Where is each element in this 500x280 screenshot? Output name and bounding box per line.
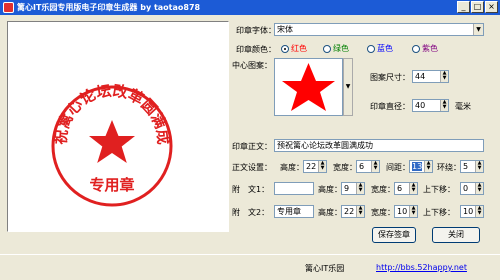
spin-arrows-icon[interactable]: ▲ ▼ xyxy=(409,183,417,194)
size-spinner[interactable]: 44 ▲ ▼ xyxy=(412,70,449,83)
spin-arrows-icon[interactable]: ▲ ▼ xyxy=(318,161,326,172)
main-height-value: 22 xyxy=(306,162,317,171)
title-bar: 篱心IT乐园专用版电子印章生成器 by taotao878 _ □ × xyxy=(0,0,500,15)
seal-star xyxy=(89,120,135,163)
font-value: 宋体 xyxy=(277,25,293,34)
spin-arrows-icon[interactable]: ▲ ▼ xyxy=(356,183,364,194)
spin-arrows-icon[interactable]: ▲ ▼ xyxy=(371,161,379,172)
diameter-label: 印章直径： xyxy=(370,102,410,111)
main-width-label: 宽度： xyxy=(333,163,357,172)
color-radio-green[interactable]: 绿色 xyxy=(323,43,349,54)
status-name: 篱心IT乐园 xyxy=(305,264,345,273)
maximize-button[interactable]: □ xyxy=(471,1,484,13)
attach2-width-label: 宽度： xyxy=(371,208,395,217)
attach1-label: 附 文1： xyxy=(232,185,270,194)
spin-arrows-icon[interactable]: ▲ ▼ xyxy=(440,71,448,82)
window-title: 篱心IT乐园专用版电子印章生成器 by taotao878 xyxy=(17,3,201,12)
color-radio-label: 蓝色 xyxy=(377,44,393,53)
attach2-offset-value: 10 xyxy=(463,207,474,216)
main-ring-spinner[interactable]: 5 ▲ ▼ xyxy=(460,160,484,173)
attach1-width-label: 宽度： xyxy=(371,185,395,194)
font-label: 印章字体： xyxy=(236,26,276,35)
app-icon xyxy=(3,2,14,13)
main-width-value: 6 xyxy=(359,162,365,171)
spin-arrows-icon[interactable]: ▲ ▼ xyxy=(475,161,483,172)
font-select[interactable]: 宋体 ▼ xyxy=(274,23,484,36)
spin-arrows-icon[interactable]: ▲ ▼ xyxy=(475,183,483,194)
attach2-value: 专用章 xyxy=(277,207,301,216)
color-label: 印章颜色： xyxy=(236,45,276,54)
color-radio-blue[interactable]: 蓝色 xyxy=(367,43,393,54)
radio-dot[interactable] xyxy=(412,44,420,53)
spin-arrows-icon[interactable]: ▲ ▼ xyxy=(356,206,364,217)
main-text-value: 预祝篱心论坛改革圆满成功 xyxy=(277,141,373,150)
spin-arrows-icon[interactable]: ▲ ▼ xyxy=(424,161,432,172)
main-height-spinner[interactable]: 22 ▲ ▼ xyxy=(303,160,327,173)
attach2-height-label: 高度： xyxy=(318,208,342,217)
seal-bottom-text: 专用章 xyxy=(89,176,134,194)
pattern-label: 中心图案： xyxy=(232,61,272,70)
diameter-value: 40 xyxy=(415,101,426,110)
attach2-offset-spinner[interactable]: 10 ▲ ▼ xyxy=(460,205,484,218)
main-spacing-spinner[interactable]: 13 ▲ ▼ xyxy=(409,160,433,173)
status-bar: 篱心IT乐园 http://bbs.52happy.net xyxy=(0,254,500,280)
main-ring-value: 5 xyxy=(463,162,469,171)
attach1-input[interactable] xyxy=(274,182,314,195)
attach1-width-value: 6 xyxy=(397,184,403,193)
attach2-height-value: 22 xyxy=(344,207,355,216)
star-icon xyxy=(282,63,335,111)
attach1-offset-label: 上下移： xyxy=(423,185,455,194)
attach1-height-value: 9 xyxy=(344,184,350,193)
radio-dot[interactable] xyxy=(367,44,375,53)
main-spacing-value: 13 xyxy=(412,162,423,171)
attach2-width-spinner[interactable]: 10 ▲ ▼ xyxy=(394,205,418,218)
close-window-button[interactable]: × xyxy=(485,1,498,13)
main-height-label: 高度： xyxy=(280,163,304,172)
attach1-offset-spinner[interactable]: 0 ▲ ▼ xyxy=(460,182,484,195)
diameter-unit: 毫米 xyxy=(455,102,471,111)
size-label: 图案尺寸： xyxy=(370,73,410,82)
color-radio-label: 绿色 xyxy=(333,44,349,53)
main-settings-label: 正文设置： xyxy=(232,163,272,172)
spin-arrows-icon[interactable]: ▲ ▼ xyxy=(475,206,483,217)
main-ring-label: 环绕： xyxy=(437,163,461,172)
status-url-link[interactable]: http://bbs.52happy.net xyxy=(376,263,467,272)
seal-preview: 预祝篱心论坛改革圆满成功 专用章 xyxy=(7,21,229,232)
pattern-dropdown-icon[interactable]: ▼ xyxy=(343,58,353,116)
attach1-height-label: 高度： xyxy=(318,185,342,194)
pattern-select[interactable] xyxy=(274,58,343,116)
spin-arrows-icon[interactable]: ▲ ▼ xyxy=(409,206,417,217)
main-text-input[interactable]: 预祝篱心论坛改革圆满成功 xyxy=(274,139,484,152)
attach1-height-spinner[interactable]: 9 ▲ ▼ xyxy=(341,182,365,195)
diameter-spinner[interactable]: 40 ▲ ▼ xyxy=(412,99,449,112)
minimize-button[interactable]: _ xyxy=(457,1,470,13)
radio-dot[interactable] xyxy=(281,44,289,53)
radio-dot[interactable] xyxy=(323,44,331,53)
attach1-offset-value: 0 xyxy=(463,184,469,193)
color-radio-label: 红色 xyxy=(291,44,307,53)
color-radio-label: 紫色 xyxy=(422,44,438,53)
attach2-input[interactable]: 专用章 xyxy=(274,205,314,218)
attach1-width-spinner[interactable]: 6 ▲ ▼ xyxy=(394,182,418,195)
main-width-spinner[interactable]: 6 ▲ ▼ xyxy=(356,160,380,173)
attach2-height-spinner[interactable]: 22 ▲ ▼ xyxy=(341,205,365,218)
seal-ring-text: 预祝篱心论坛改革圆满成功 xyxy=(8,22,172,145)
chevron-down-icon[interactable]: ▼ xyxy=(473,24,483,35)
attach2-width-value: 10 xyxy=(397,207,408,216)
spin-arrows-icon[interactable]: ▲ ▼ xyxy=(440,100,448,111)
seal-graphic: 预祝篱心论坛改革圆满成功 专用章 xyxy=(8,22,173,207)
window-controls: _ □ × xyxy=(457,1,498,13)
attach2-offset-label: 上下移： xyxy=(423,208,455,217)
main-spacing-label: 间距： xyxy=(386,163,410,172)
color-radio-purple[interactable]: 紫色 xyxy=(412,43,438,54)
save-seal-button[interactable]: 保存签章 xyxy=(372,227,416,243)
color-radio-red[interactable]: 红色 xyxy=(281,43,307,54)
main-text-label: 印章正文： xyxy=(232,142,272,151)
close-button[interactable]: 关闭 xyxy=(432,227,480,243)
attach2-label: 附 文2： xyxy=(232,208,270,217)
size-value: 44 xyxy=(415,72,426,81)
